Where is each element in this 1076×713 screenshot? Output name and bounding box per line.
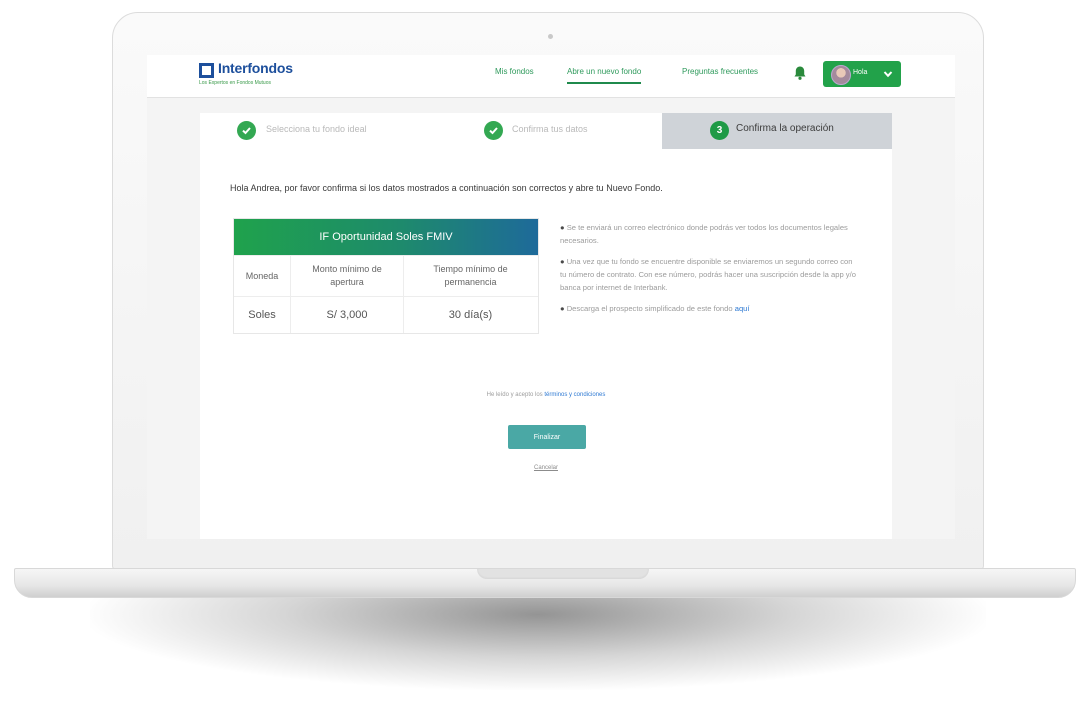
nav-link-mis-fondos[interactable]: Mis fondos (495, 67, 534, 76)
greeting-text: Hola Andrea, por favor confirma si los d… (230, 183, 663, 193)
fund-table: IF Oportunidad Soles FMIV Moneda Monto m… (233, 218, 539, 334)
step-1: Selecciona tu fondo ideal (200, 113, 430, 149)
table-row: Soles S/ 3,000 30 día(s) (234, 296, 538, 333)
screen: Interfondos Los Expertos en Fondos Mutuo… (147, 55, 955, 539)
chevron-down-icon (883, 71, 893, 78)
fund-name: IF Oportunidad Soles FMIV (234, 219, 538, 255)
note-text: Una vez que tu fondo se encuentre dispon… (560, 257, 856, 292)
table-cell: Soles (248, 308, 276, 321)
webcam (548, 34, 553, 39)
laptop-shadow (90, 598, 986, 690)
note-text: Se te enviará un correo electrónico dond… (560, 223, 848, 245)
nav-link-preguntas[interactable]: Preguntas frecuentes (682, 67, 758, 76)
table-cell: S/ 3,000 (290, 297, 403, 333)
terms-text: He leído y acepto los (486, 392, 545, 398)
check-icon (484, 121, 503, 140)
laptop-base (14, 568, 1076, 598)
finish-button[interactable]: Finalizar (508, 425, 586, 449)
progress-steps: Selecciona tu fondo ideal Confirma tus d… (200, 113, 892, 149)
top-navbar: Interfondos Los Expertos en Fondos Mutuo… (147, 55, 955, 98)
table-cell: 30 día(s) (403, 297, 537, 333)
info-notes: ● Se te enviará un correo electrónico do… (560, 221, 856, 323)
laptop-notch (477, 569, 649, 579)
column-header: Monto mínimo de apertura (290, 256, 403, 296)
user-menu-button[interactable]: Hola (823, 61, 901, 87)
step-3-number: 3 (710, 121, 729, 140)
logo-tagline: Los Expertos en Fondos Mutuos (199, 80, 271, 86)
cancel-link[interactable]: Cancelar (200, 465, 892, 471)
list-item: ● Se te enviará un correo electrónico do… (560, 223, 848, 245)
list-item: ● Descarga el prospecto simplificado de … (560, 304, 750, 313)
logo-text[interactable]: Interfondos (218, 60, 293, 76)
logo-icon[interactable] (199, 63, 214, 78)
avatar (831, 65, 851, 85)
step-3: 3 Confirma la operación (662, 113, 892, 149)
user-name: Hola (853, 69, 868, 76)
list-item: ● Una vez que tu fondo se encuentre disp… (560, 257, 856, 292)
bell-icon[interactable] (793, 65, 807, 81)
step-2-label: Confirma tus datos (512, 124, 588, 134)
check-icon (237, 121, 256, 140)
confirmation-card: Hola Andrea, por favor confirma si los d… (200, 149, 892, 539)
step-3-label: Confirma la operación (736, 123, 834, 134)
terms-acceptance: He leído y acepto los términos y condici… (200, 392, 892, 398)
step-1-label: Selecciona tu fondo ideal (266, 124, 367, 134)
column-header: Moneda (245, 270, 279, 281)
column-header: Tiempo mínimo de permanencia (403, 256, 537, 296)
terms-link[interactable]: términos y condiciones (544, 392, 605, 398)
table-header-row: Moneda Monto mínimo de apertura Tiempo m… (234, 255, 538, 296)
prospectus-link[interactable]: aquí (735, 304, 750, 313)
nav-link-abre-fondo[interactable]: Abre un nuevo fondo (567, 67, 642, 84)
note-text: Descarga el prospecto simplificado de es… (566, 304, 735, 313)
step-2: Confirma tus datos (430, 113, 662, 149)
